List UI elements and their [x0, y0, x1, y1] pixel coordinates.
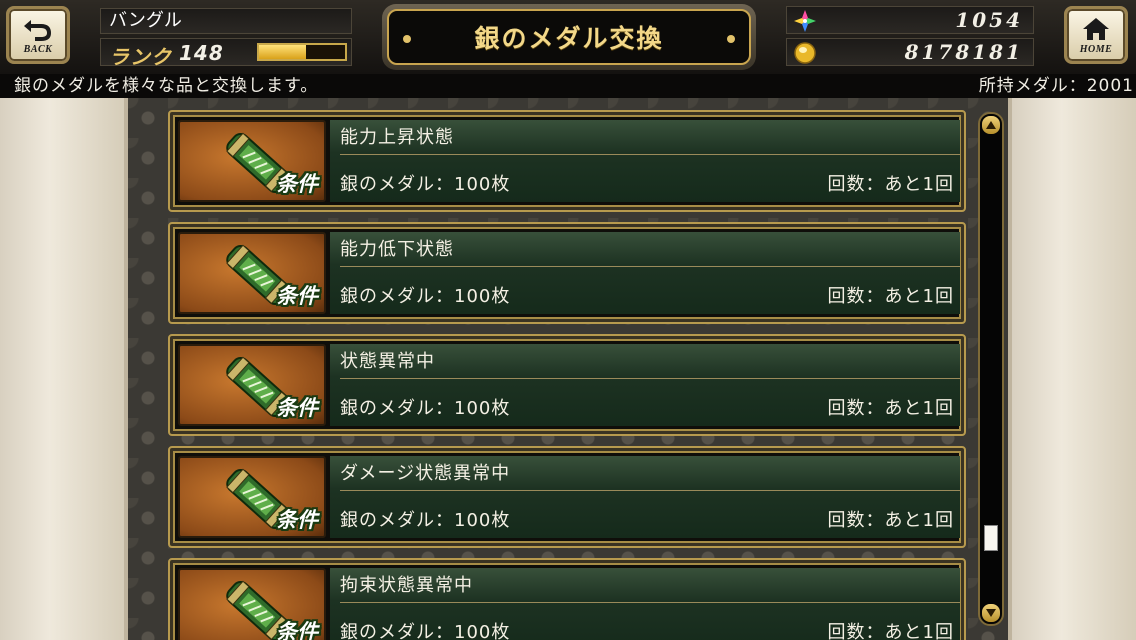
- title-plate: 銀のメダル交換: [382, 4, 756, 70]
- scroll-thumb[interactable]: [984, 524, 998, 551]
- ornament-dot: [727, 35, 735, 43]
- exchange-item[interactable]: 条件 能力低下状態 銀のメダル：100枚 回数：あと1回: [168, 222, 966, 324]
- item-cost: 銀のメダル：100枚: [340, 286, 511, 307]
- rank-panel: ランク 148: [100, 38, 352, 69]
- item-info: 状態異常中 銀のメダル：100枚 回数：あと1回: [330, 344, 960, 426]
- exchange-item[interactable]: 条件 ダメージ状態異常中 銀のメダル：100枚 回数：あと1回: [168, 446, 966, 548]
- scrollbar[interactable]: [978, 112, 1004, 626]
- item-info: 能力上昇状態 銀のメダル：100枚 回数：あと1回: [330, 120, 960, 202]
- owned-medals: 所持メダル：2001: [978, 76, 1134, 96]
- page-title: 銀のメダル交換: [474, 24, 664, 53]
- item-thumbnail: 条件: [178, 344, 326, 426]
- item-remaining-count: 回数：あと1回: [827, 398, 954, 419]
- back-arrow-icon: [24, 19, 51, 41]
- left-side-panel: [0, 98, 128, 640]
- item-info: 能力低下状態 銀のメダル：100枚 回数：あと1回: [330, 232, 960, 314]
- scroll-up-button[interactable]: [982, 116, 1000, 134]
- rank-value: 148: [179, 41, 224, 65]
- exchange-item[interactable]: 条件 能力上昇状態 銀のメダル：100枚 回数：あと1回: [168, 110, 966, 212]
- item-remaining-count: 回数：あと1回: [827, 174, 954, 195]
- info-bar: 銀のメダルを様々な品と交換します。 所持メダル：2001: [0, 74, 1136, 98]
- item-cost: 銀のメダル：100枚: [340, 174, 511, 195]
- gold-counter: 8178181: [786, 38, 1034, 66]
- rank-progress-bar: [257, 43, 347, 61]
- header-bar: BACK バングル ランク 148 銀のメダル交換 1054 8178181 H…: [0, 0, 1136, 76]
- item-thumbnail: 条件: [178, 232, 326, 314]
- right-side-panel: [1008, 98, 1136, 640]
- back-button[interactable]: BACK: [6, 6, 70, 64]
- condition-badge: 条件: [276, 283, 318, 308]
- item-thumbnail: 条件: [178, 568, 326, 640]
- home-label: HOME: [1079, 43, 1113, 55]
- item-name: 能力低下状態: [340, 236, 960, 267]
- item-thumbnail: 条件: [178, 456, 326, 538]
- player-name: バングル: [100, 8, 352, 34]
- item-name: 状態異常中: [340, 348, 960, 379]
- ornament-dot: [403, 35, 411, 43]
- item-cost: 銀のメダル：100枚: [340, 622, 511, 640]
- exchange-item[interactable]: 条件 状態異常中 銀のメダル：100枚 回数：あと1回: [168, 334, 966, 436]
- description-text: 銀のメダルを様々な品と交換します。: [14, 76, 319, 96]
- item-remaining-count: 回数：あと1回: [827, 510, 954, 531]
- rank-label: ランク: [109, 45, 172, 69]
- rank-progress-fill: [259, 45, 307, 59]
- condition-badge: 条件: [276, 507, 318, 532]
- home-button[interactable]: HOME: [1064, 6, 1128, 64]
- crystal-icon: [794, 10, 816, 32]
- exchange-item[interactable]: 条件 拘束状態異常中 銀のメダル：100枚 回数：あと1回: [168, 558, 966, 640]
- exchange-list[interactable]: 条件 能力上昇状態 銀のメダル：100枚 回数：あと1回 条件 能力低下状態 銀…: [128, 98, 1008, 640]
- item-name: ダメージ状態異常中: [340, 460, 960, 491]
- item-info: 拘束状態異常中 銀のメダル：100枚 回数：あと1回: [330, 568, 960, 640]
- item-remaining-count: 回数：あと1回: [827, 286, 954, 307]
- gem-count: 1054: [955, 8, 1023, 32]
- item-cost: 銀のメダル：100枚: [340, 398, 511, 419]
- back-label: BACK: [23, 43, 53, 55]
- gold-count: 8178181: [904, 40, 1023, 64]
- arrow-up-icon: [986, 121, 996, 129]
- condition-badge: 条件: [276, 171, 318, 196]
- item-name: 拘束状態異常中: [340, 572, 960, 603]
- item-name: 能力上昇状態: [340, 124, 960, 155]
- home-icon: [1083, 17, 1109, 40]
- item-cost: 銀のメダル：100枚: [340, 510, 511, 531]
- item-remaining-count: 回数：あと1回: [827, 622, 954, 640]
- gem-counter: 1054: [786, 6, 1034, 34]
- condition-badge: 条件: [276, 619, 318, 640]
- condition-badge: 条件: [276, 395, 318, 420]
- arrow-down-icon: [986, 609, 996, 617]
- item-info: ダメージ状態異常中 銀のメダル：100枚 回数：あと1回: [330, 456, 960, 538]
- scroll-down-button[interactable]: [982, 604, 1000, 622]
- item-thumbnail: 条件: [178, 120, 326, 202]
- gold-coin-icon: [794, 42, 816, 64]
